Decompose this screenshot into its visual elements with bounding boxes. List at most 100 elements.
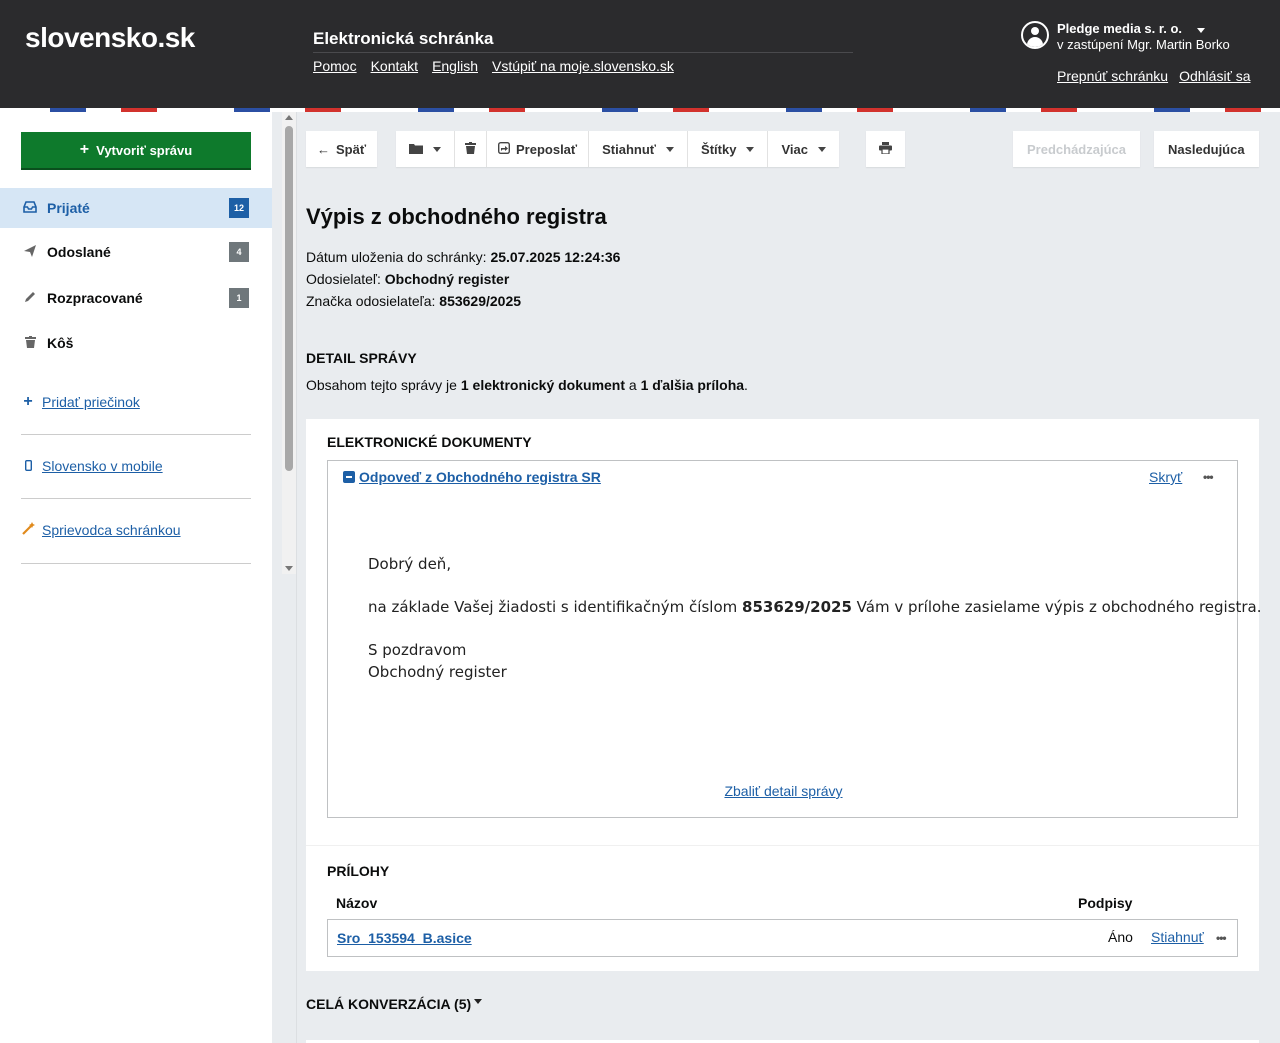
body-paragraph: na základe Vašej žiadosti s identifikačn… [368,596,1262,618]
print-group [866,131,905,167]
count-badge: 4 [229,242,249,262]
message-summary: Obsahom tejto správy je 1 elektronický d… [306,377,748,393]
sidebar: + Vytvoriť správu Prijaté 12 Odoslané 4 … [0,112,272,1043]
column-name-header: Názov [336,895,378,911]
hide-link[interactable]: Skryť [1149,469,1182,485]
more-options-icon[interactable]: ••• [1216,931,1227,945]
attachment-link[interactable]: Sro_153594_B.asice [337,930,472,946]
documents-panel: ELEKTRONICKÉ DOKUMENTY Odpoveď z Obchodn… [306,419,1262,971]
table-row: Sro_153594_B.asice Áno Stiahnuť ••• [327,919,1238,957]
next-label: Nasledujúca [1168,141,1245,157]
back-button[interactable]: ← Späť [306,131,377,167]
mobile-link[interactable]: Slovensko v mobile [22,458,163,474]
previous-label: Predchádzajúca [1027,141,1126,157]
attachments-heading: PRÍLOHY [327,863,390,879]
logout-link[interactable]: Odhlásiť sa [1179,68,1250,84]
plus-icon: + [23,393,33,410]
signature: Obchodný register [368,663,507,681]
english-link[interactable]: English [432,58,478,74]
closing: S pozdravom [368,641,467,659]
app-title: Elektronická schránka [313,29,494,48]
trash-icon [465,141,476,157]
site-logo[interactable]: slovensko.sk [25,22,195,54]
body-number: 853629/2025 [742,598,852,616]
pencil-icon [22,290,38,306]
sidebar-item-drafts[interactable]: Rozpracované 1 [0,278,272,318]
collapse-detail-link[interactable]: Zbaliť detail správy [724,783,842,799]
conversation-toggle[interactable]: CELÁ KONVERZÁCIA (5) [306,996,483,1012]
guide-link-label[interactable]: Sprievodca schránkou [42,522,181,538]
count-badge: 1 [229,288,249,308]
scroll-down-icon[interactable] [285,566,293,571]
move-folder-button[interactable] [396,131,455,167]
chevron-down-icon [817,146,826,152]
share-icon [497,141,511,157]
magic-wand-icon [22,522,35,538]
message-title: Výpis z obchodného registra [306,204,607,229]
plus-icon: + [79,141,90,158]
paper-plane-icon [22,244,38,261]
date-value: 25.07.2025 12:24:36 [490,249,621,265]
help-link[interactable]: Pomoc [313,58,357,74]
sidebar-item-label: Prijaté [47,200,90,216]
sidebar-scrollbar[interactable] [282,112,296,574]
user-name[interactable]: Pledge media s. r. o. [1057,21,1182,36]
chevron-down-icon[interactable] [1197,28,1205,33]
forward-label: Preposlať [516,141,578,157]
mobile-link-label[interactable]: Slovensko v mobile [42,458,163,474]
meta-date: Dátum uloženia do schránky: 25.07.2025 1… [306,249,620,265]
download-dropdown[interactable]: Stiahnuť [589,131,689,167]
caret-down-icon [474,998,483,1004]
summary-pre: Obsahom tejto správy je [306,377,457,393]
header-links: Pomoc Kontakt English Vstúpiť na moje.sl… [313,58,674,74]
previous-button[interactable]: Predchádzajúca [1013,131,1140,167]
add-folder-link[interactable]: + Pridať priečinok [22,393,140,411]
meta-ref: Značka odosielateľa: 853629/2025 [306,293,521,309]
sidebar-item-trash[interactable]: Kôš [0,323,272,363]
panel-divider [306,845,1259,846]
sidebar-item-received[interactable]: Prijaté 12 [0,188,272,228]
body-post: Vám v prílohe zasielame výpis z obchodné… [856,598,1262,616]
actions-toolbar: Preposlať Stiahnuť Štítky Viac [396,131,839,167]
moje-slovensko-link[interactable]: Vstúpiť na moje.slovensko.sk [492,58,674,74]
title-divider [313,52,853,53]
user-avatar-icon [1021,21,1049,49]
add-folder-label[interactable]: Pridať priečinok [42,394,140,410]
tags-label: Štítky [701,141,737,157]
column-signatures-header: Podpisy [1078,895,1133,911]
sidebar-item-label: Rozpracované [47,290,143,306]
more-dropdown[interactable]: Viac [768,131,839,167]
more-options-icon[interactable]: ••• [1203,470,1214,484]
attachment-download-link[interactable]: Stiahnuť [1151,929,1204,945]
sidebar-divider [21,434,251,435]
collapse-icon[interactable] [343,471,355,483]
main-edge [296,112,297,1043]
guide-link[interactable]: Sprievodca schránkou [22,522,181,538]
trash-icon [22,335,38,351]
folder-icon [409,142,423,157]
chevron-down-icon [433,146,441,152]
document-card: Odpoveď z Obchodného registra SR Skryť •… [327,460,1262,818]
chevron-down-icon [746,146,755,152]
next-button[interactable]: Nasledujúca [1154,131,1259,167]
download-label: Stiahnuť [602,141,657,157]
scroll-up-icon[interactable] [285,115,293,120]
document-link[interactable]: Odpoveď z Obchodného registra SR [359,469,601,485]
forward-button[interactable]: Preposlať [487,131,590,167]
conversation-label: CELÁ KONVERZÁCIA (5) [306,996,472,1012]
summary-docs: 1 elektronický dokument [460,377,626,393]
detail-heading: DETAIL SPRÁVY [306,350,417,366]
previous-group: Predchádzajúca [1013,131,1140,167]
collapse-detail: Zbaliť detail správy [328,783,1239,799]
count-badge: 12 [229,198,249,218]
sender-value: Obchodný register [384,271,510,287]
create-message-button[interactable]: + Vytvoriť správu [21,132,251,168]
tags-dropdown[interactable]: Štítky [688,131,769,167]
contact-link[interactable]: Kontakt [371,58,418,74]
delete-button[interactable] [455,131,487,167]
back-label: Späť [336,141,367,157]
sidebar-item-sent[interactable]: Odoslané 4 [0,232,272,272]
scrollbar-thumb[interactable] [285,126,293,471]
switch-mailbox-link[interactable]: Prepnúť schránku [1057,68,1168,84]
print-button[interactable] [866,131,905,167]
